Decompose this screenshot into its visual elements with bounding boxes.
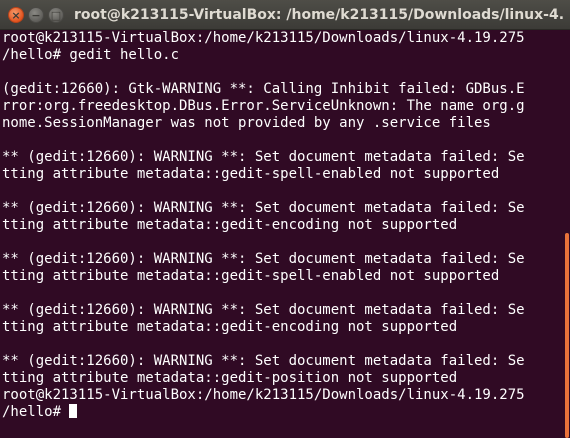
terminal-line: tting attribute metadata::gedit-spell-en…: [2, 166, 500, 182]
terminal-line: tting attribute metadata::gedit-encoding…: [2, 319, 458, 335]
terminal-line: tting attribute metadata::gedit-position…: [2, 370, 458, 386]
terminal-line: rror:org.freedesktop.DBus.Error.ServiceU…: [2, 98, 525, 114]
window-title: root@k213115-VirtualBox: /home/k213115/D…: [74, 7, 564, 23]
terminal-line: root@k213115-VirtualBox:/home/k213115/Do…: [2, 30, 525, 46]
terminal-line: nome.SessionManager was not provided by …: [2, 115, 491, 131]
terminal-line: tting attribute metadata::gedit-spell-en…: [2, 268, 500, 284]
terminal-line: ** (gedit:12660): WARNING **: Set docume…: [2, 251, 525, 267]
maximize-icon: □: [50, 8, 62, 22]
terminal-line: tting attribute metadata::gedit-encoding…: [2, 217, 458, 233]
terminal-line: /hello#: [2, 404, 560, 421]
close-button[interactable]: ×: [8, 7, 24, 23]
scrollbar-thumb[interactable]: [565, 233, 569, 438]
terminal-line: ** (gedit:12660): WARNING **: Set docume…: [2, 353, 525, 369]
minimize-button[interactable]: −: [28, 7, 44, 23]
terminal-line: ** (gedit:12660): WARNING **: Set docume…: [2, 302, 525, 318]
terminal-line: /hello# gedit hello.c: [2, 47, 180, 63]
terminal-line: (gedit:12660): Gtk-WARNING **: Calling I…: [2, 81, 525, 97]
minimize-icon: −: [31, 8, 41, 22]
title-bar[interactable]: × − □ root@k213115-VirtualBox: /home/k21…: [0, 0, 570, 30]
close-icon: ×: [11, 8, 21, 22]
terminal-line: ** (gedit:12660): WARNING **: Set docume…: [2, 200, 525, 216]
prompt-text: /hello#: [2, 404, 70, 420]
terminal-output[interactable]: root@k213115-VirtualBox:/home/k213115/Do…: [0, 30, 560, 438]
terminal-window: × − □ root@k213115-VirtualBox: /home/k21…: [0, 0, 570, 438]
maximize-button[interactable]: □: [48, 7, 64, 23]
scrollbar[interactable]: [564, 30, 570, 438]
terminal-line: root@k213115-VirtualBox:/home/k213115/Do…: [2, 387, 525, 403]
text-cursor: [69, 404, 78, 418]
terminal-line: ** (gedit:12660): WARNING **: Set docume…: [2, 149, 525, 165]
